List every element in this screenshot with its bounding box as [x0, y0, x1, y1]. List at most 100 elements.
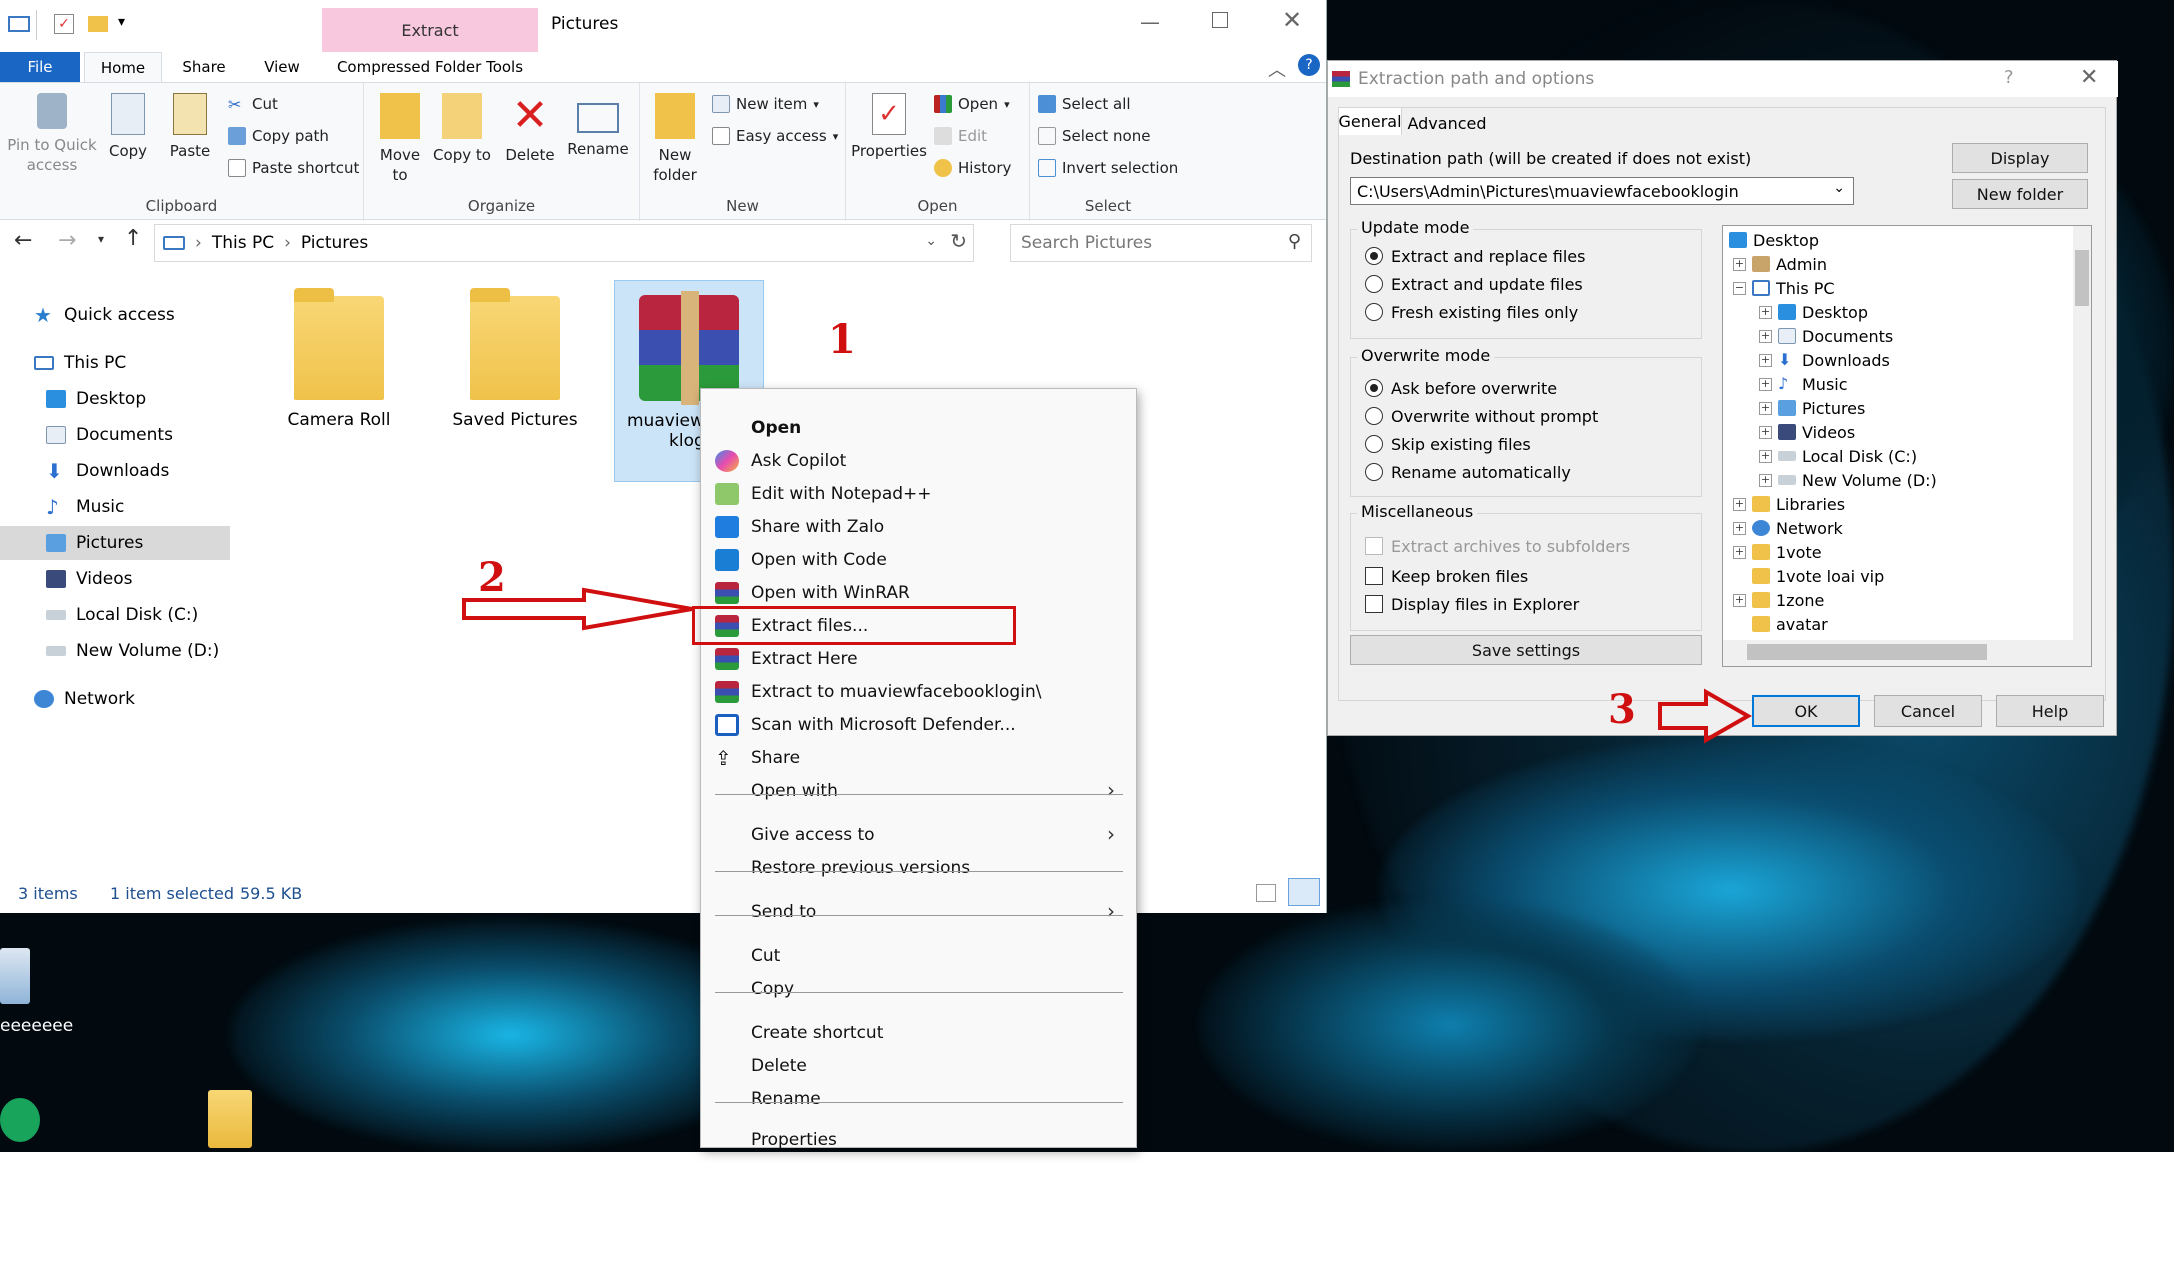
folder-camera-roll[interactable]: Camera Roll — [264, 288, 414, 430]
vertical-scrollbar[interactable] — [2073, 226, 2091, 640]
overwrite-without-prompt-radio[interactable]: Overwrite without prompt — [1365, 404, 1598, 428]
cancel-button[interactable]: Cancel — [1874, 695, 1982, 727]
up-arrow-icon[interactable]: ↑ — [124, 226, 142, 251]
cut-button[interactable]: ✂ Cut — [228, 91, 278, 117]
tree-network[interactable]: + Network — [1733, 516, 1843, 540]
tree-documents[interactable]: + Documents — [1759, 324, 1893, 348]
destination-path-input[interactable]: C:\Users\Admin\Pictures\muaviewfacebookl… — [1350, 177, 1854, 205]
close-button[interactable]: ✕ — [1282, 6, 1302, 34]
properties-qat-icon[interactable]: ✓ — [54, 14, 74, 34]
tree-1vote[interactable]: +1vote — [1733, 540, 1822, 564]
dropdown-chevron-icon[interactable]: ⌄ — [1833, 180, 1845, 196]
paste-button[interactable]: Paste — [162, 93, 218, 161]
menu-extract-to-folder[interactable]: Extract to muaviewfacebooklogin\ — [715, 675, 1123, 708]
tree-libraries[interactable]: + Libraries — [1733, 492, 1845, 516]
tree-desktop[interactable]: + Desktop — [1759, 300, 1868, 324]
nav-music[interactable]: ♪ Music — [0, 490, 230, 524]
save-settings-button[interactable]: Save settings — [1350, 635, 1702, 665]
invert-selection-button[interactable]: Invert selection — [1038, 155, 1178, 181]
menu-give-access[interactable]: Give access to › — [715, 818, 1123, 851]
details-view-icon[interactable] — [1256, 884, 1276, 902]
select-none-button[interactable]: Select none — [1038, 123, 1150, 149]
tree-1vote-loai-vip[interactable]: 1vote loai vip — [1752, 564, 1884, 588]
menu-share[interactable]: ⇪ Share — [715, 741, 1123, 774]
minimize-button[interactable]: — — [1140, 10, 1160, 34]
breadcrumb-this-pc[interactable]: This PC — [212, 233, 274, 253]
nav-desktop[interactable]: Desktop — [0, 382, 230, 416]
tree-music[interactable]: + ♪ Music — [1759, 372, 1848, 396]
menu-rename[interactable]: Rename — [715, 1082, 1123, 1115]
menu-scan-defender[interactable]: Scan with Microsoft Defender... — [715, 708, 1123, 741]
paste-shortcut-button[interactable]: Paste shortcut — [228, 155, 359, 181]
nav-quick-access[interactable]: ★ Quick access — [0, 298, 230, 332]
select-all-button[interactable]: Select all — [1038, 91, 1131, 117]
nav-this-pc[interactable]: This PC — [0, 346, 230, 380]
address-dropdown-icon[interactable]: ⌄ — [925, 233, 937, 249]
collapse-ribbon-icon[interactable]: ︿ — [1268, 56, 1286, 82]
nav-videos[interactable]: Videos — [0, 562, 230, 596]
address-bar[interactable]: › This PC › Pictures ⌄ ↻ — [154, 224, 974, 262]
nav-documents[interactable]: Documents — [0, 418, 230, 452]
forward-arrow-icon[interactable]: → — [58, 228, 76, 253]
menu-edit-notepad[interactable]: Edit with Notepad++ — [715, 477, 1123, 510]
menu-extract-files[interactable]: Extract files... — [692, 606, 1016, 645]
copy-path-button[interactable]: Copy path — [228, 123, 329, 149]
menu-properties[interactable]: Properties — [715, 1125, 1123, 1155]
copy-button[interactable]: Copy — [100, 93, 156, 161]
skip-existing-radio[interactable]: Skip existing files — [1365, 432, 1531, 456]
edit-button[interactable]: Edit — [934, 123, 987, 149]
tree-this-pc[interactable]: − This PC — [1733, 276, 1835, 300]
folder-tree[interactable]: Desktop + Admin − This PC + Desktop + Docume… — [1722, 225, 2092, 667]
extract-to-subfolders-checkbox[interactable]: Extract archives to subfolders — [1365, 534, 1630, 558]
tree-downloads[interactable]: + ⬇ Downloads — [1759, 348, 1890, 372]
menu-copy[interactable]: Copy — [715, 972, 1123, 1005]
keep-broken-files-checkbox[interactable]: Keep broken files — [1365, 564, 1528, 588]
tree-pictures[interactable]: + Pictures — [1759, 396, 1865, 420]
delete-button[interactable]: ✕ Delete — [500, 93, 560, 165]
menu-ask-copilot[interactable]: Ask Copilot — [715, 444, 1123, 477]
menu-share-zalo[interactable]: Share with Zalo — [715, 510, 1123, 543]
tab-advanced[interactable]: Advanced — [1406, 111, 1488, 135]
refresh-icon[interactable]: ↻ — [950, 229, 967, 253]
easy-access-button[interactable]: Easy access ▾ — [712, 123, 838, 149]
help-button[interactable]: Help — [1996, 695, 2104, 727]
history-button[interactable]: History — [934, 155, 1011, 181]
folder-saved-pictures[interactable]: Saved Pictures — [440, 288, 590, 430]
pin-quick-access-button[interactable]: Pin to Quick access — [4, 93, 100, 175]
menu-open[interactable]: Open — [715, 411, 1123, 444]
large-icons-view-icon[interactable] — [1288, 878, 1320, 906]
horizontal-scrollbar[interactable] — [1723, 640, 2091, 666]
fresh-existing-radio[interactable]: Fresh existing files only — [1365, 300, 1578, 324]
move-to-button[interactable]: Move to — [370, 93, 430, 185]
search-box[interactable]: Search Pictures ⚲ — [1010, 224, 1312, 262]
new-folder-button[interactable]: New folder — [646, 93, 704, 185]
properties-button[interactable]: ✓ Properties — [850, 93, 928, 161]
menu-extract-here[interactable]: Extract Here — [715, 642, 1123, 675]
ok-button[interactable]: OK — [1752, 695, 1860, 727]
nav-local-disk-c[interactable]: Local Disk (C:) — [0, 598, 230, 632]
menu-send-to[interactable]: Send to › — [715, 895, 1123, 928]
rename-button[interactable]: Rename — [562, 93, 634, 159]
ask-before-overwrite-radio[interactable]: Ask before overwrite — [1365, 376, 1557, 400]
tab-general[interactable]: General — [1338, 107, 1402, 135]
tree-videos[interactable]: + Videos — [1759, 420, 1855, 444]
dialog-close-button[interactable]: ✕ — [2080, 65, 2098, 90]
display-in-explorer-checkbox[interactable]: Display files in Explorer — [1365, 592, 1579, 616]
nav-new-volume-d[interactable]: New Volume (D:) — [0, 634, 230, 668]
new-folder-qat-icon[interactable] — [88, 16, 108, 32]
tab-view[interactable]: View — [246, 52, 318, 82]
copy-to-button[interactable]: Copy to — [432, 93, 492, 165]
new-folder-button[interactable]: New folder — [1952, 179, 2088, 209]
tab-home[interactable]: Home — [84, 52, 162, 82]
menu-restore-versions[interactable]: Restore previous versions — [715, 851, 1123, 884]
menu-open-code[interactable]: Open with Code — [715, 543, 1123, 576]
menu-cut[interactable]: Cut — [715, 939, 1123, 972]
maximize-button[interactable] — [1212, 12, 1228, 28]
open-button[interactable]: Open ▾ — [934, 91, 1010, 117]
tab-share[interactable]: Share — [168, 52, 240, 82]
tree-admin[interactable]: + Admin — [1733, 252, 1827, 276]
desktop-file-icon[interactable] — [0, 948, 30, 1004]
back-arrow-icon[interactable]: ← — [14, 228, 32, 253]
breadcrumb-pictures[interactable]: Pictures — [301, 233, 368, 253]
folder-zip-icon[interactable] — [208, 1090, 252, 1148]
